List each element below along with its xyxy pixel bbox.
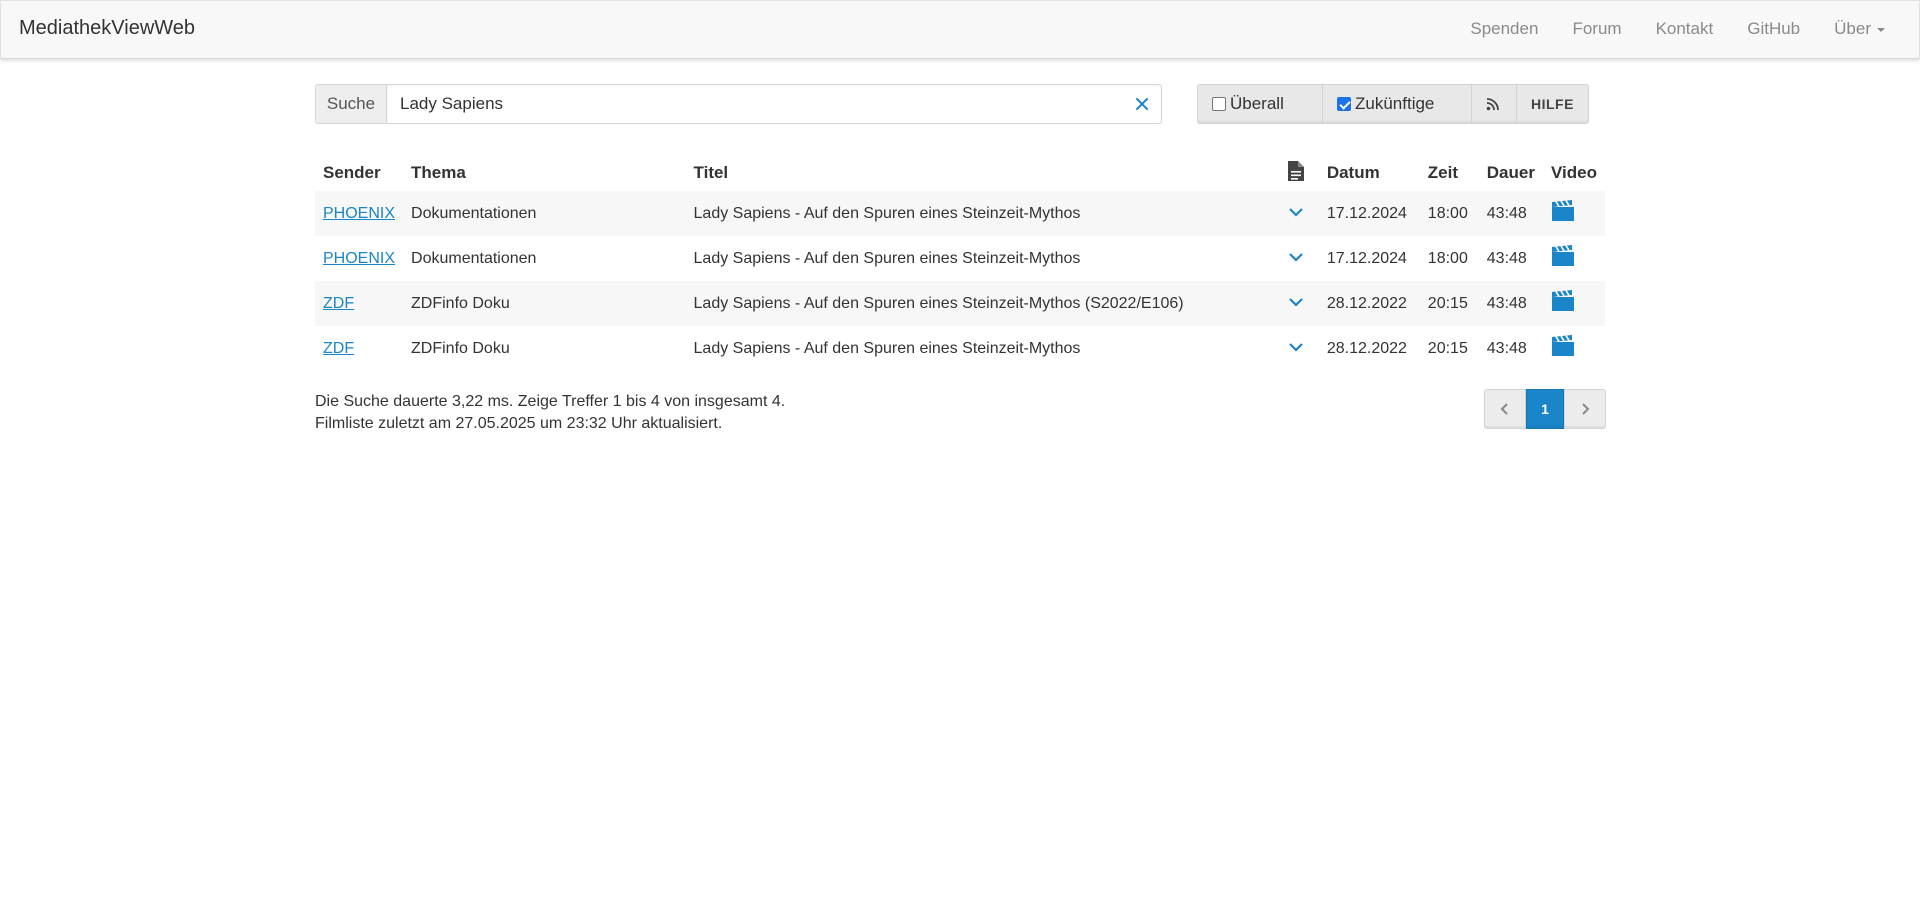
header-video: Video: [1551, 163, 1597, 182]
status-line-search: Die Suche dauerte 3,22 ms. Zeige Treffer…: [315, 393, 786, 410]
nav-link-github[interactable]: GitHub: [1747, 19, 1800, 39]
navbar: MediathekViewWeb Spenden Forum Kontakt G…: [0, 0, 1920, 59]
search-addon-label: Suche: [315, 84, 386, 124]
zeit-cell: 20:15: [1427, 339, 1468, 357]
help-button[interactable]: HILFE: [1517, 84, 1589, 124]
chevron-down-icon: [1289, 207, 1303, 217]
video-button[interactable]: [1543, 281, 1605, 326]
dauer-cell: 43:48: [1486, 339, 1527, 357]
thema-cell: ZDFinfo Doku: [403, 281, 686, 326]
search-input[interactable]: [386, 84, 1162, 124]
dauer-cell: 43:48: [1478, 191, 1544, 236]
datum-cell: 28.12.2022: [1326, 339, 1407, 357]
dauer-cell: 43:48: [1478, 281, 1544, 326]
table-row: PHOENIX Dokumentationen Lady Sapiens - A…: [315, 236, 1605, 281]
titel-cell: Lady Sapiens - Auf den Spuren eines Stei…: [693, 339, 1081, 357]
video-button[interactable]: [1543, 191, 1605, 236]
toggle-future[interactable]: Zukünftige: [1323, 84, 1472, 124]
sender-link[interactable]: ZDF: [323, 295, 354, 312]
table-header-row: Sender Thema Titel Datum Zeit Dauer Vide…: [315, 155, 1605, 191]
nav-dropdown-label: Über: [1834, 19, 1871, 38]
pagination: 1: [1484, 389, 1606, 429]
titel-cell: Lady Sapiens - Auf den Spuren eines Stei…: [693, 249, 1081, 267]
everywhere-checkbox[interactable]: [1212, 97, 1226, 111]
thema-cell: Dokumentationen: [403, 191, 686, 236]
nav-link-kontakt[interactable]: Kontakt: [1656, 19, 1714, 39]
prev-page-button[interactable]: [1484, 389, 1526, 429]
expand-description[interactable]: [1272, 281, 1319, 326]
page-button-current[interactable]: 1: [1526, 389, 1564, 429]
sender-link[interactable]: ZDF: [323, 340, 354, 357]
dauer-cell: 43:48: [1486, 249, 1527, 267]
chevron-down-icon: [1289, 252, 1303, 262]
zeit-cell: 18:00: [1419, 191, 1479, 236]
video-button[interactable]: [1543, 236, 1605, 281]
header-thema[interactable]: Thema: [403, 155, 686, 191]
datum-cell: 28.12.2022: [1318, 281, 1420, 326]
film-icon: [1552, 335, 1575, 356]
rss-icon: [1486, 98, 1499, 111]
table-row: ZDF ZDFinfo Doku Lady Sapiens - Auf den …: [315, 281, 1605, 326]
expand-description[interactable]: [1272, 191, 1319, 236]
expand-description[interactable]: [1273, 236, 1319, 281]
film-icon: [1552, 245, 1575, 266]
header-dauer[interactable]: Dauer: [1479, 155, 1543, 191]
sender-link[interactable]: PHOENIX: [323, 205, 395, 222]
datum-cell: 17.12.2024: [1326, 249, 1407, 267]
future-checkbox[interactable]: [1337, 97, 1351, 111]
nav-links: Spenden Forum Kontakt GitHub Über: [1436, 19, 1885, 39]
chevron-right-icon: [1582, 403, 1590, 415]
zeit-cell: 18:00: [1427, 249, 1468, 267]
datum-cell: 17.12.2024: [1318, 191, 1420, 236]
search-status: Die Suche dauerte 3,22 ms. Zeige Treffer…: [315, 391, 785, 435]
table-row: PHOENIX Dokumentationen Lady Sapiens - A…: [315, 191, 1605, 236]
next-page-button[interactable]: [1564, 389, 1606, 429]
chevron-down-icon: [1289, 297, 1303, 307]
sender-link[interactable]: PHOENIX: [323, 250, 395, 267]
header-zeit[interactable]: Zeit: [1420, 155, 1479, 191]
chevron-left-icon: [1500, 403, 1508, 415]
results-table: Sender Thema Titel Datum Zeit Dauer Vide…: [315, 155, 1605, 371]
everywhere-label: Überall: [1230, 94, 1284, 113]
film-icon: [1552, 200, 1575, 221]
nav-link-spenden[interactable]: Spenden: [1470, 19, 1538, 39]
film-icon: [1552, 290, 1575, 311]
search-options: Überall Zukünftige HILFE: [1197, 84, 1589, 124]
future-label: Zukünftige: [1355, 94, 1435, 113]
clear-icon[interactable]: [1132, 94, 1152, 114]
caret-down-icon: [1877, 28, 1885, 32]
search-group: Suche: [315, 84, 1162, 124]
expand-description[interactable]: [1273, 326, 1319, 371]
rss-button[interactable]: [1472, 84, 1517, 124]
document-icon: [1287, 160, 1304, 181]
chevron-down-icon: [1289, 342, 1303, 352]
thema-cell: Dokumentationen: [411, 249, 537, 267]
header-sender[interactable]: Sender: [315, 155, 403, 191]
titel-cell: Lady Sapiens - Auf den Spuren eines Stei…: [685, 191, 1273, 236]
titel-cell: Lady Sapiens - Auf den Spuren eines Stei…: [685, 281, 1273, 326]
header-datum[interactable]: Datum: [1319, 155, 1420, 191]
nav-link-forum[interactable]: Forum: [1572, 19, 1621, 39]
header-titel[interactable]: Titel: [686, 155, 1273, 191]
thema-cell: ZDFinfo Doku: [411, 339, 510, 357]
table-row: ZDF ZDFinfo Doku Lady Sapiens - Auf den …: [315, 326, 1605, 371]
toggle-everywhere[interactable]: Überall: [1197, 84, 1323, 124]
nav-dropdown-ueber[interactable]: Über: [1834, 19, 1885, 39]
header-description: [1273, 155, 1319, 191]
brand-logo[interactable]: MediathekViewWeb: [19, 17, 195, 40]
video-button[interactable]: [1543, 326, 1605, 371]
zeit-cell: 20:15: [1419, 281, 1479, 326]
status-line-updated: Filmliste zuletzt am 27.05.2025 um 23:32…: [315, 415, 723, 432]
